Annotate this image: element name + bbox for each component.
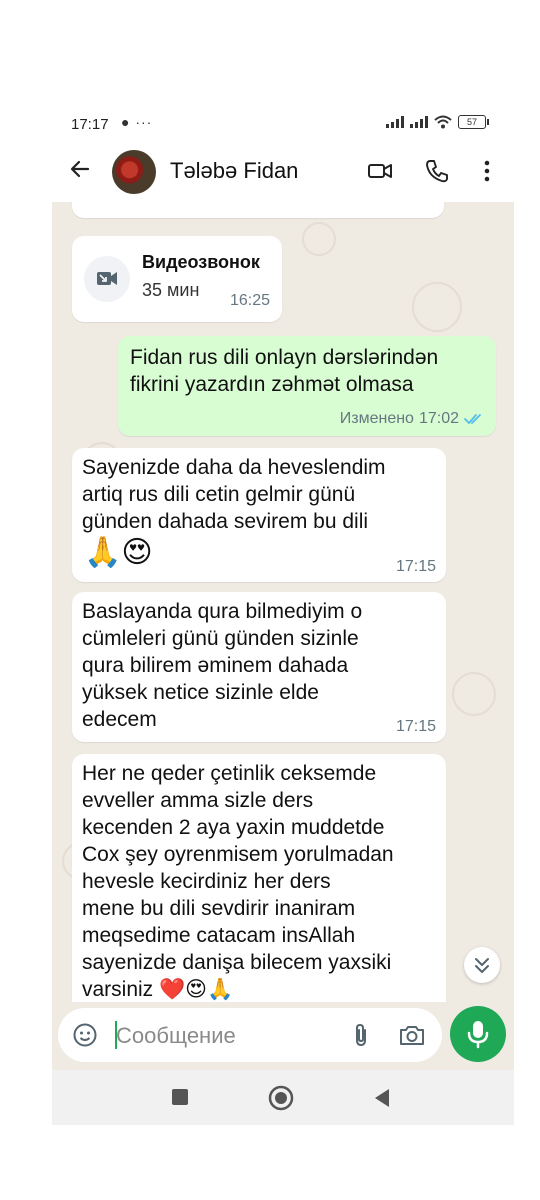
video-call-icon[interactable]	[367, 158, 393, 184]
message-text: Her ne qeder çetinlik ceksemde evveller …	[82, 762, 394, 1001]
scroll-to-bottom-button[interactable]	[464, 947, 500, 983]
signal-icon	[386, 116, 404, 128]
attach-icon[interactable]	[348, 1022, 374, 1048]
microphone-icon	[467, 1021, 489, 1049]
message-text: Sayenizde daha da heveslendim artiq rus …	[82, 456, 386, 533]
double-check-icon	[464, 414, 481, 425]
voice-message-button[interactable]	[450, 1006, 506, 1062]
more-options-icon[interactable]	[474, 158, 500, 184]
message-input[interactable]: Сообщение	[58, 1008, 442, 1062]
contact-name[interactable]: Tələbə Fidan	[170, 158, 298, 184]
back-arrow-icon[interactable]	[68, 157, 92, 181]
call-icon-circle	[84, 256, 130, 302]
status-right: 57	[386, 115, 489, 129]
incoming-message[interactable]: Her ne qeder çetinlik ceksemde evveller …	[72, 754, 446, 1002]
background-doodle	[412, 282, 462, 332]
composer: Сообщение	[52, 1002, 514, 1070]
background-doodle	[452, 672, 496, 716]
signal-icon-2	[410, 116, 428, 128]
status-bar: 17:17 ● ··· 57	[52, 100, 514, 140]
phone-call-icon[interactable]	[424, 158, 450, 184]
message-text: Baslayanda qura bilmediyim o cümleleri g…	[82, 600, 363, 731]
call-title: Видеозвонок	[142, 252, 260, 272]
message-time: 17:02	[418, 410, 459, 427]
incoming-message[interactable]: Baslayanda qura bilmediyim o cümleleri g…	[72, 592, 446, 742]
outgoing-message[interactable]: Fidan rus dili onlayn dərslərindən fikri…	[118, 336, 496, 436]
message-bubble-clipped[interactable]	[72, 202, 444, 218]
call-message[interactable]: Видеозвонок 35 мин 16:25	[72, 236, 282, 322]
status-time: 17:17	[71, 116, 109, 133]
message-time: 17:15	[395, 718, 436, 735]
home-button[interactable]	[268, 1085, 294, 1111]
edited-label: Изменено	[339, 410, 414, 427]
call-duration: 35 мин	[142, 280, 200, 300]
chat-header: Tələbə Fidan	[52, 140, 514, 202]
phone-screen: 17:17 ● ··· 57 Tələbə Fidan Видеозвонок …	[52, 100, 514, 1125]
chat-area[interactable]: Видеозвонок 35 мин 16:25 Fidan rus dili …	[52, 202, 514, 1002]
sticker-icon[interactable]	[72, 1022, 98, 1048]
message-emoji: 🙏😍	[84, 536, 153, 569]
message-time: 17:15	[395, 558, 436, 575]
wifi-icon	[434, 115, 452, 129]
avatar[interactable]	[112, 150, 156, 194]
notification-icons: ● ···	[121, 114, 153, 130]
background-doodle	[302, 222, 336, 256]
missed-video-call-icon	[97, 272, 117, 285]
message-time: 16:25	[229, 292, 270, 309]
incoming-message[interactable]: Sayenizde daha da heveslendim artiq rus …	[72, 448, 446, 582]
recents-button[interactable]	[172, 1089, 188, 1105]
chevron-down-icon	[475, 958, 489, 973]
camera-icon[interactable]	[398, 1022, 426, 1048]
input-placeholder: Сообщение	[116, 1023, 236, 1048]
message-text: Fidan rus dili onlayn dərslərindən fikri…	[130, 346, 439, 396]
system-nav-bar	[52, 1070, 514, 1125]
battery-icon: 57	[458, 115, 489, 129]
message-meta: Изменено 17:02	[340, 410, 484, 428]
back-button[interactable]	[372, 1087, 392, 1109]
